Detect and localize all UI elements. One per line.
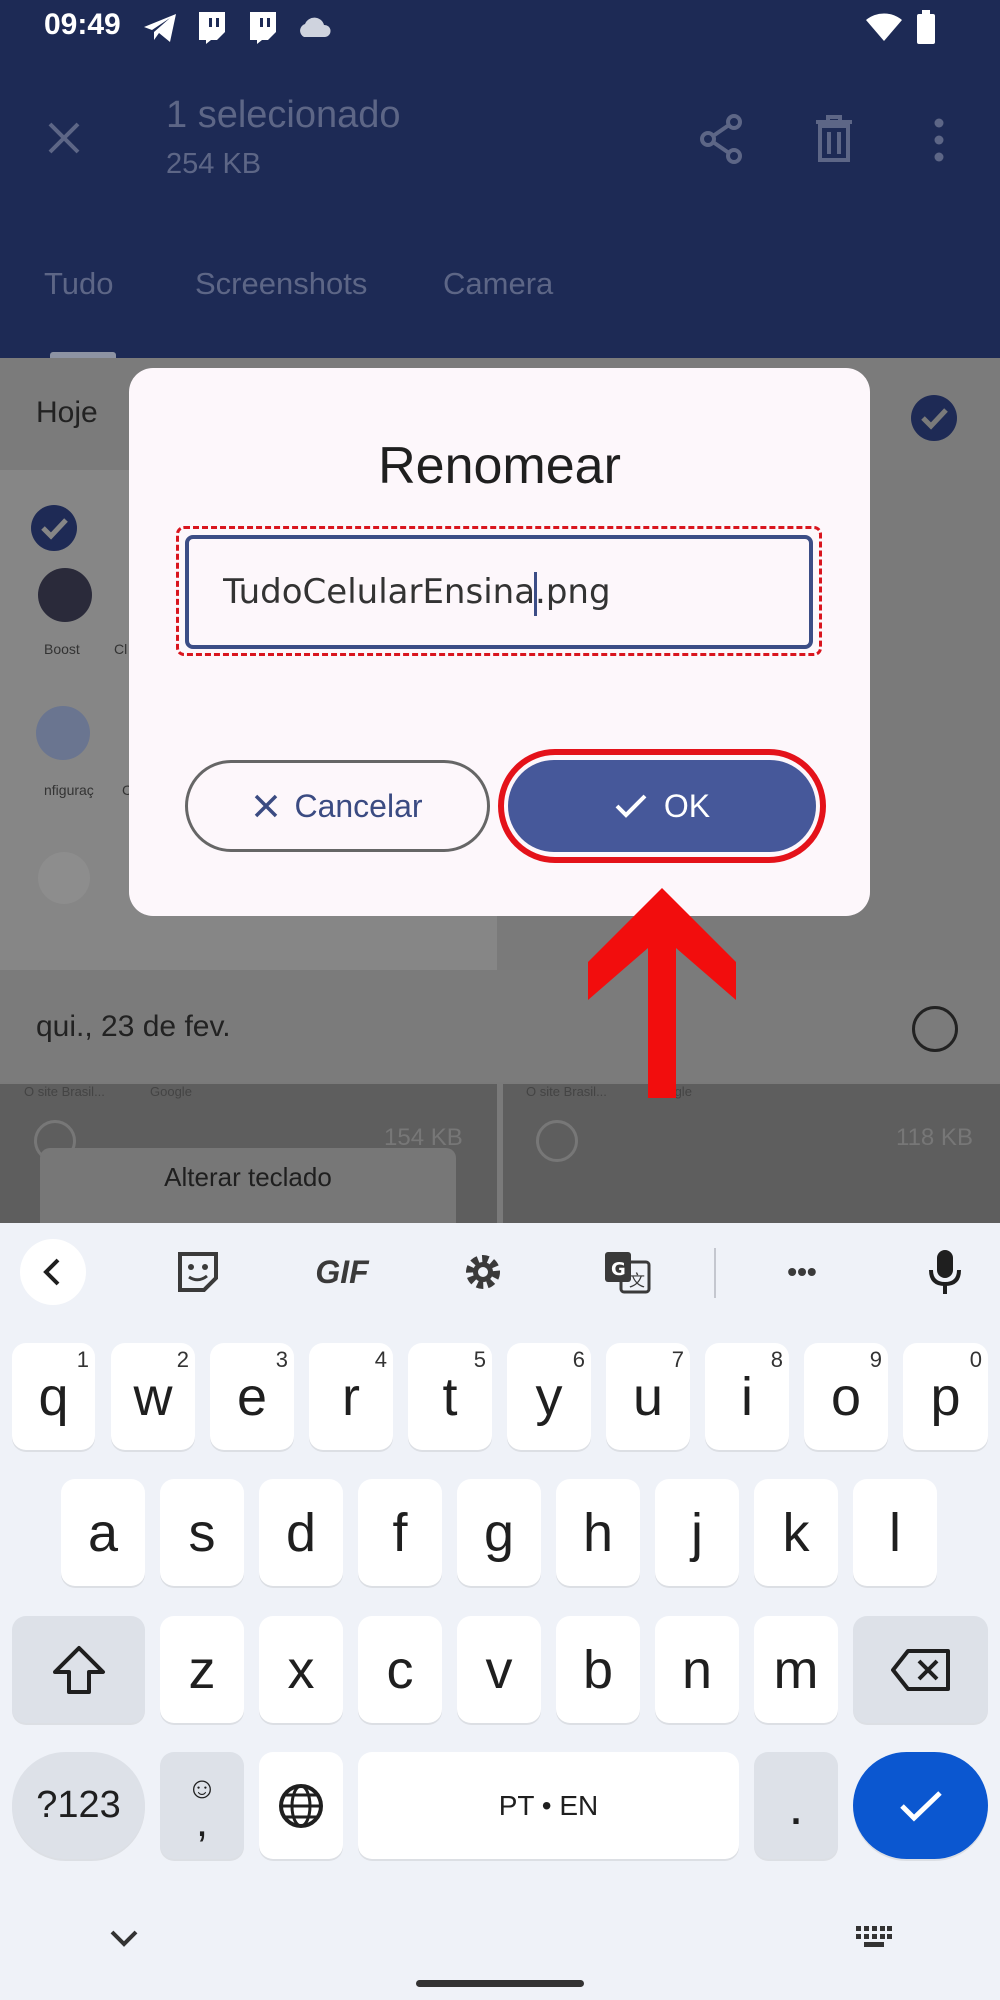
key-q[interactable]: q1 — [12, 1343, 95, 1450]
key-r[interactable]: r4 — [309, 1343, 393, 1450]
tab-tudo[interactable]: Tudo — [44, 266, 114, 302]
key-c[interactable]: c — [358, 1616, 442, 1723]
wifi-icon — [866, 12, 902, 42]
key-s[interactable]: s — [160, 1479, 244, 1586]
globe-icon — [279, 1783, 323, 1828]
key-e[interactable]: e3 — [210, 1343, 294, 1450]
cancel-label: Cancelar — [294, 787, 423, 824]
symbols-key[interactable]: ?123 — [12, 1752, 145, 1859]
settings-app-icon — [36, 706, 90, 760]
delete-icon[interactable] — [814, 114, 854, 162]
keyboard — [0, 1223, 1000, 2000]
select-circle-icon[interactable] — [912, 1006, 958, 1052]
language-key[interactable] — [259, 1752, 343, 1859]
key-w[interactable]: w2 — [111, 1343, 195, 1450]
ok-button[interactable]: OK — [508, 760, 816, 852]
backspace-icon — [890, 1648, 950, 1691]
twitch-icon — [195, 10, 227, 44]
shift-key[interactable] — [12, 1616, 145, 1723]
text-caret — [534, 572, 537, 616]
shift-icon — [52, 1645, 105, 1694]
close-icon — [252, 792, 280, 820]
toolbar-divider — [714, 1248, 716, 1298]
boost-app-icon — [38, 568, 92, 622]
key-f[interactable]: f — [358, 1479, 442, 1586]
settings-icon[interactable] — [458, 1228, 508, 1316]
key-l[interactable]: l — [853, 1479, 937, 1586]
check-icon — [899, 1790, 942, 1822]
share-icon[interactable] — [698, 114, 744, 164]
key-j[interactable]: j — [655, 1479, 739, 1586]
app-label: Cl — [114, 641, 128, 657]
comma-label: , — [195, 1796, 209, 1846]
backspace-key[interactable] — [853, 1616, 988, 1723]
check-icon — [614, 792, 648, 820]
sticker-icon[interactable] — [168, 1228, 228, 1316]
dialog-title: Renomear — [378, 437, 621, 495]
space-key[interactable]: PT • EN — [358, 1752, 739, 1859]
key-x[interactable]: x — [259, 1616, 343, 1723]
app-label: nfiguraç — [44, 782, 94, 798]
key-n[interactable]: n — [655, 1616, 739, 1723]
selection-title: 1 selecionado — [166, 94, 401, 136]
cancel-button[interactable]: Cancelar — [185, 760, 490, 852]
key-u[interactable]: u7 — [606, 1343, 690, 1450]
check-circle-icon[interactable] — [30, 504, 78, 552]
arrow-up-icon — [588, 888, 736, 1098]
svg-text:文: 文 — [629, 1271, 645, 1290]
emoji-comma-key[interactable]: ☺ , — [160, 1752, 244, 1859]
enter-key[interactable] — [853, 1752, 988, 1859]
photos-app-icon — [38, 852, 90, 904]
key-t[interactable]: t5 — [408, 1343, 492, 1450]
twitch-icon — [246, 10, 278, 44]
section-today: Hoje — [36, 396, 98, 429]
check-circle-icon[interactable] — [910, 394, 958, 442]
close-icon[interactable] — [44, 118, 84, 158]
key-d[interactable]: d — [259, 1479, 343, 1586]
back-icon[interactable] — [18, 1228, 88, 1316]
key-m[interactable]: m — [754, 1616, 838, 1723]
status-time: 09:49 — [44, 8, 121, 41]
tab-camera[interactable]: Camera — [443, 266, 553, 302]
key-b[interactable]: b — [556, 1616, 640, 1723]
more-vert-icon[interactable] — [932, 118, 946, 162]
key-i[interactable]: i8 — [705, 1343, 789, 1450]
status-bar: 09:49 — [0, 0, 1000, 60]
battery-icon — [916, 10, 936, 44]
selection-size: 254 KB — [166, 148, 262, 180]
file-size: 118 KB — [896, 1124, 973, 1151]
app-label: Boost — [44, 641, 80, 657]
period-key[interactable]: . — [754, 1752, 838, 1859]
key-y[interactable]: y6 — [507, 1343, 591, 1450]
select-circle-icon[interactable] — [536, 1120, 578, 1162]
hide-keyboard-icon[interactable] — [106, 1928, 142, 1950]
toast-text: Alterar teclado — [164, 1162, 332, 1192]
more-icon[interactable]: ••• — [770, 1228, 834, 1316]
key-k[interactable]: k — [754, 1479, 838, 1586]
thumbnail[interactable] — [503, 1084, 1000, 1223]
gif-button[interactable]: GIF — [306, 1228, 378, 1316]
telegram-icon — [142, 12, 178, 44]
thumbnail-caption: Google — [150, 1084, 192, 1099]
cloud-icon — [296, 16, 332, 38]
filename-input[interactable] — [185, 535, 813, 649]
translate-icon[interactable]: G文 — [600, 1228, 654, 1316]
key-h[interactable]: h — [556, 1479, 640, 1586]
ok-label: OK — [663, 787, 711, 824]
key-v[interactable]: v — [457, 1616, 541, 1723]
tab-screenshots[interactable]: Screenshots — [195, 266, 367, 302]
thumbnail-caption: O site Brasil... — [24, 1084, 105, 1099]
key-a[interactable]: a — [61, 1479, 145, 1586]
key-p[interactable]: p0 — [903, 1343, 988, 1450]
keyboard-switch-icon[interactable] — [856, 1926, 892, 1954]
svg-text:G: G — [611, 1259, 626, 1280]
key-o[interactable]: o9 — [804, 1343, 888, 1450]
app-bar: 1 selecionado 254 KB Tudo Screenshots Ca… — [0, 60, 1000, 358]
key-z[interactable]: z — [160, 1616, 244, 1723]
key-g[interactable]: g — [457, 1479, 541, 1586]
mic-icon[interactable] — [920, 1228, 970, 1316]
gesture-bar[interactable] — [416, 1980, 584, 1987]
section-date: qui., 23 de fev. — [36, 1010, 231, 1043]
